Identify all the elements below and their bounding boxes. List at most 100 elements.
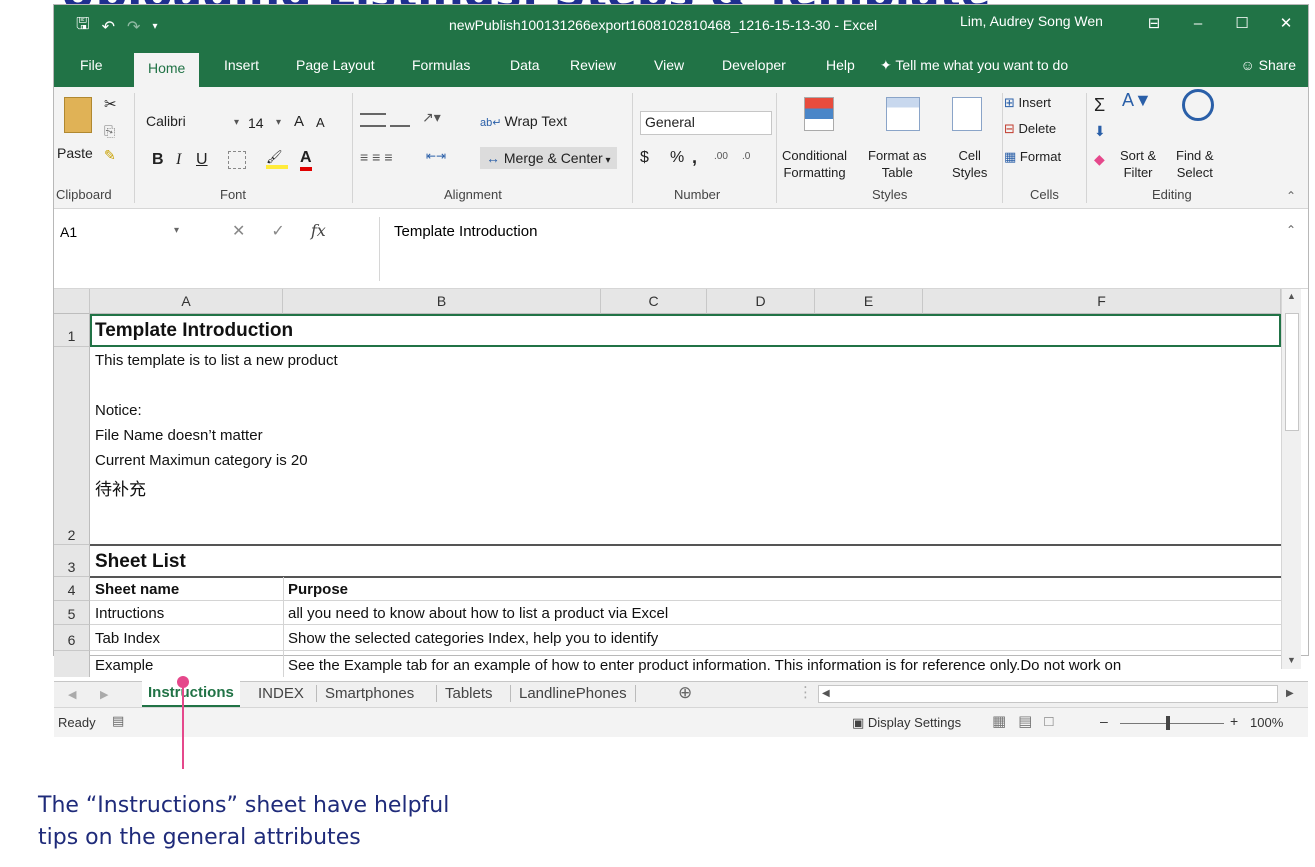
- fill-color-icon[interactable]: 🖌: [266, 149, 288, 169]
- tab-split-handle[interactable]: ⋮: [798, 683, 813, 701]
- close-icon[interactable]: ✕: [1264, 5, 1308, 45]
- worksheet-grid[interactable]: A B C D E F 1 2 3 4 5 6 Template Introdu…: [54, 289, 1281, 677]
- cell-a4[interactable]: Sheet name: [92, 581, 179, 598]
- minimize-icon[interactable]: –: [1176, 5, 1220, 45]
- row-header-4[interactable]: 4: [54, 577, 90, 601]
- ribbon-display-options-icon[interactable]: ⊟: [1132, 5, 1176, 45]
- column-header-b[interactable]: B: [283, 289, 601, 314]
- decrease-font-size-icon[interactable]: A: [316, 115, 325, 130]
- cut-icon[interactable]: ✂: [104, 95, 117, 113]
- orientation-icon[interactable]: ↗▾: [422, 109, 441, 126]
- sort-filter-icon[interactable]: A▼: [1122, 91, 1152, 109]
- sheet-tab-landlinephones[interactable]: LandlinePhones: [510, 685, 636, 702]
- row-header-3[interactable]: 3: [54, 545, 90, 577]
- tell-me-search[interactable]: ✦ Tell me what you want to do: [880, 57, 1068, 74]
- cell-a2-line[interactable]: 待补充: [92, 475, 146, 500]
- new-sheet-icon[interactable]: ⊕: [678, 683, 692, 703]
- row-header-2[interactable]: 2: [54, 347, 90, 545]
- format-painter-icon[interactable]: ✎: [104, 147, 116, 164]
- zoom-out-icon[interactable]: –: [1100, 713, 1108, 729]
- chevron-down-icon[interactable]: ▾: [276, 117, 281, 128]
- chevron-down-icon[interactable]: ▾: [174, 225, 179, 236]
- bold-button[interactable]: B: [152, 151, 164, 169]
- decrease-decimal-button[interactable]: .0: [742, 151, 750, 162]
- indent-icons[interactable]: ⇤⇥: [426, 149, 446, 163]
- save-icon[interactable]: 🖫: [76, 13, 90, 40]
- sort-filter-button[interactable]: Sort & Filter: [1120, 147, 1156, 181]
- zoom-slider-track[interactable]: [1120, 723, 1224, 724]
- scroll-right-icon[interactable]: ▶: [1286, 688, 1294, 699]
- column-header-f[interactable]: F: [923, 289, 1281, 314]
- bottom-align-icon[interactable]: [390, 117, 410, 127]
- tab-review[interactable]: Review: [570, 57, 616, 73]
- user-name[interactable]: Lim, Audrey Song Wen: [960, 13, 1103, 29]
- conditional-formatting-icon[interactable]: [804, 97, 834, 131]
- underline-button[interactable]: U: [196, 151, 208, 169]
- cell-a2-line[interactable]: This template is to list a new product: [92, 352, 338, 369]
- borders-icon[interactable]: [228, 151, 246, 169]
- undo-icon[interactable]: ↶: [102, 17, 115, 37]
- scroll-up-icon[interactable]: ▲: [1287, 291, 1296, 301]
- increase-font-size-icon[interactable]: A: [294, 113, 304, 130]
- macro-record-icon[interactable]: ▤: [112, 713, 124, 729]
- view-mode-buttons[interactable]: ▦▤□: [992, 712, 1065, 730]
- enter-icon[interactable]: ✓: [271, 221, 284, 241]
- share-button[interactable]: ☺ Share: [1240, 57, 1296, 73]
- zoom-in-icon[interactable]: +: [1230, 713, 1238, 729]
- row-header-7[interactable]: [54, 651, 90, 677]
- vertical-scrollbar[interactable]: ▲ ▼: [1281, 289, 1301, 669]
- insert-function-icon[interactable]: fx: [311, 221, 326, 241]
- column-header-e[interactable]: E: [815, 289, 923, 314]
- scroll-left-icon[interactable]: ◀: [822, 688, 830, 699]
- italic-button[interactable]: I: [176, 151, 181, 169]
- chevron-down-icon[interactable]: ▾: [234, 117, 239, 128]
- row-header-5[interactable]: 5: [54, 601, 90, 625]
- cell-a7[interactable]: Example: [92, 657, 153, 674]
- paste-icon[interactable]: [64, 97, 92, 133]
- find-select-icon[interactable]: [1182, 89, 1214, 121]
- name-box[interactable]: A1: [54, 219, 194, 245]
- column-header-a[interactable]: A: [90, 289, 283, 314]
- tab-data[interactable]: Data: [510, 57, 540, 73]
- collapse-ribbon-icon[interactable]: ⌃: [1286, 189, 1296, 203]
- tab-help[interactable]: Help: [826, 57, 855, 73]
- autosum-icon[interactable]: Σ: [1094, 95, 1105, 116]
- cell-b6[interactable]: Show the selected categories Index, help…: [285, 630, 658, 647]
- sheet-tab-index[interactable]: INDEX: [258, 685, 304, 702]
- row-header-6[interactable]: 6: [54, 625, 90, 651]
- tab-file[interactable]: File: [80, 57, 103, 73]
- currency-format-button[interactable]: $: [640, 149, 649, 167]
- delete-cells-button[interactable]: ⊟ Delete: [1004, 121, 1056, 137]
- scroll-down-icon[interactable]: ▼: [1287, 655, 1296, 665]
- align-text-icons[interactable]: ≡≡≡: [360, 149, 397, 165]
- fill-down-icon[interactable]: ⬇: [1094, 123, 1106, 140]
- cell-a5[interactable]: Intructions: [92, 605, 164, 622]
- font-size-select[interactable]: 14: [248, 115, 264, 131]
- increase-decimal-button[interactable]: .00: [714, 151, 728, 162]
- conditional-formatting-button[interactable]: Conditional Formatting: [782, 147, 847, 181]
- cell-a2-line[interactable]: Notice:: [92, 402, 142, 419]
- paste-button[interactable]: Paste: [57, 145, 93, 161]
- top-align-icon[interactable]: [360, 113, 386, 127]
- find-select-button[interactable]: Find & Select: [1176, 147, 1214, 181]
- row-header-1[interactable]: 1: [54, 314, 90, 347]
- cell-a2-line[interactable]: Current Maximun category is 20: [92, 452, 308, 469]
- cell-b4[interactable]: Purpose: [285, 581, 348, 598]
- zoom-level[interactable]: 100%: [1250, 715, 1283, 730]
- percent-style-button[interactable]: %: [670, 149, 684, 167]
- formula-input[interactable]: Template Introduction: [379, 217, 1299, 281]
- maximize-icon[interactable]: ☐: [1220, 5, 1264, 45]
- customize-qat-icon[interactable]: ▾: [152, 21, 157, 32]
- column-header-d[interactable]: D: [707, 289, 815, 314]
- cell-b5[interactable]: all you need to know about how to list a…: [285, 605, 668, 622]
- copy-icon[interactable]: ⎘: [104, 123, 115, 140]
- redo-icon[interactable]: ↷: [127, 17, 140, 37]
- tab-formulas[interactable]: Formulas: [412, 57, 470, 73]
- format-as-table-icon[interactable]: [886, 97, 920, 131]
- cell-a3[interactable]: Sheet List: [92, 551, 186, 573]
- insert-cells-button[interactable]: ⊞ Insert: [1004, 95, 1051, 111]
- scroll-thumb[interactable]: [1285, 313, 1299, 431]
- cancel-icon[interactable]: ✕: [232, 221, 245, 241]
- column-header-c[interactable]: C: [601, 289, 707, 314]
- tab-view[interactable]: View: [654, 57, 684, 73]
